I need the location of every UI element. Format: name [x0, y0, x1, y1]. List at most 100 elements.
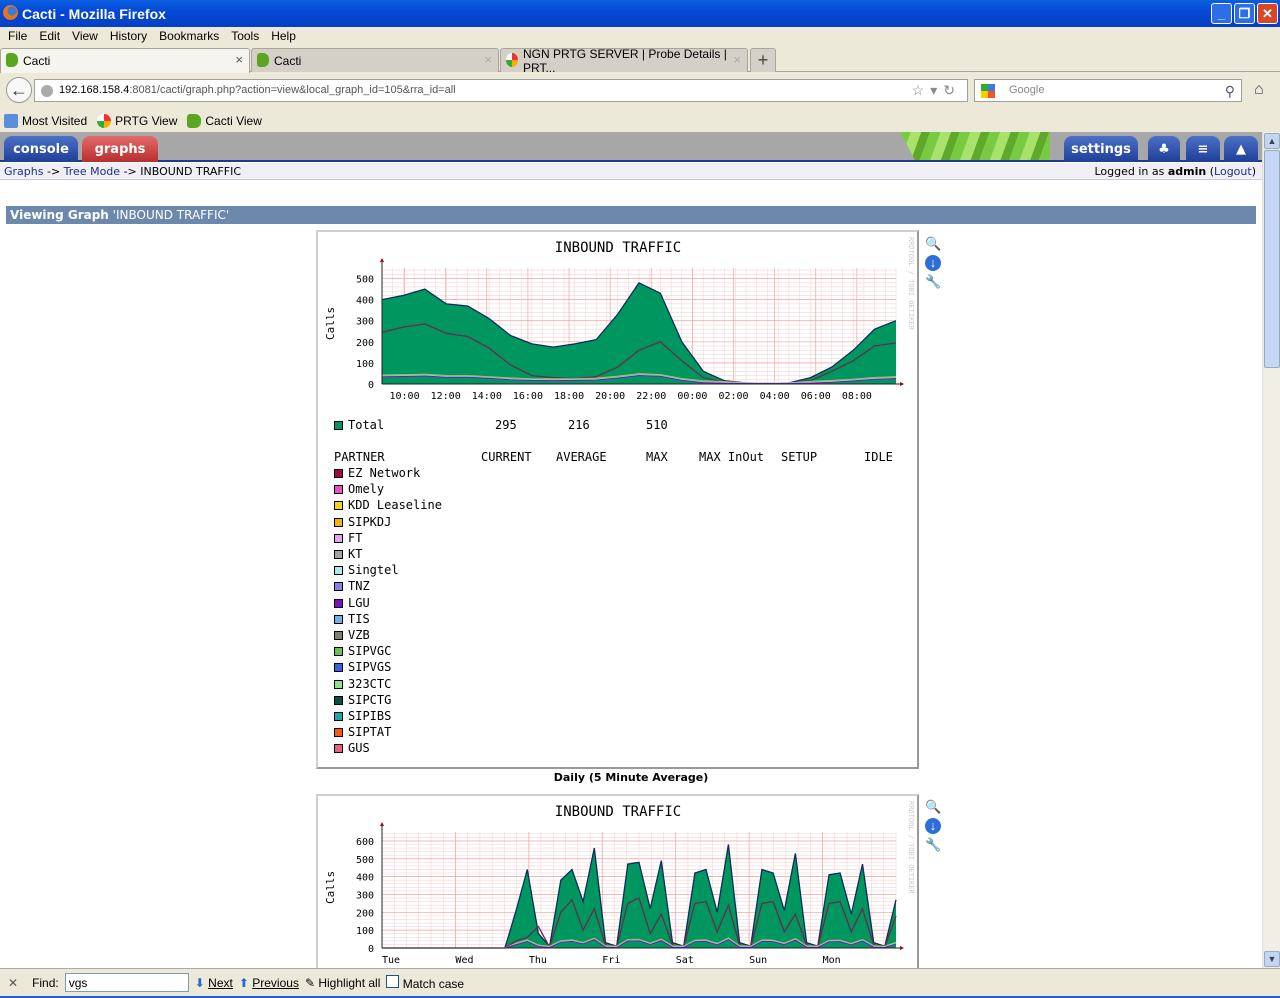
url-bar[interactable]: 192.168.158.4:8081/cacti/graph.php?actio…	[34, 79, 968, 102]
legend-swatch	[334, 679, 343, 689]
close-tab-icon[interactable]: ×	[235, 52, 243, 67]
breadcrumb-tree-mode[interactable]: Tree Mode	[64, 165, 120, 178]
legend-swatch	[334, 695, 343, 705]
tab-console[interactable]: console	[4, 136, 78, 162]
tree-view-icon[interactable]: ♣	[1148, 136, 1180, 162]
home-icon[interactable]: ⌂	[1254, 81, 1264, 99]
back-button[interactable]: ←	[6, 77, 32, 103]
breadcrumb: Graphs -> Tree Mode -> INBOUND TRAFFIC L…	[0, 163, 1262, 180]
minimize-button[interactable]: _	[1211, 3, 1232, 24]
menu-tools[interactable]: Tools	[227, 27, 267, 45]
search-bar[interactable]: Google ⚲	[974, 79, 1242, 102]
legend-swatch	[334, 712, 343, 721]
bookmark-cacti-view[interactable]: Cacti View	[187, 114, 262, 128]
menu-bookmarks[interactable]: Bookmarks	[155, 27, 227, 45]
legend-header-setup: SETUP	[781, 450, 818, 464]
legend-header-idle: IDLE	[864, 450, 893, 464]
list-view-icon[interactable]: ≡	[1186, 136, 1220, 162]
bookmark-label: PRTG View	[115, 114, 178, 128]
graph-properties-icon[interactable]: 🔧	[925, 837, 941, 853]
legend-swatch	[334, 582, 343, 592]
scroll-down-button[interactable]: ▼	[1264, 951, 1280, 967]
graph-daily[interactable]: INBOUND TRAFFIC Calls RRDTOOL / TOBI OET…	[316, 230, 919, 769]
menu-history[interactable]: History	[106, 27, 155, 45]
restore-button[interactable]: ❐	[1234, 3, 1255, 24]
bookmarks-toolbar: Most Visited PRTG View Cacti View	[0, 110, 1280, 132]
history-dropdown-icon[interactable]: ▾	[930, 82, 943, 98]
menu-view[interactable]: View	[68, 27, 106, 45]
window-titlebar: Cacti - Mozilla Firefox _ ❐ ✕	[0, 0, 1280, 27]
graph-caption-daily: Daily (5 Minute Average)	[553, 771, 709, 784]
legend-partner-name: SIPVGS	[348, 660, 392, 675]
legend-partner-item: SIPCTG	[334, 693, 391, 707]
google-engine-icon[interactable]	[981, 84, 995, 98]
y-tick-label: 200	[356, 908, 374, 919]
close-tab-icon[interactable]: ×	[733, 52, 741, 67]
x-tick-label: Sun	[749, 955, 767, 966]
tab-graphs[interactable]: graphs	[82, 136, 158, 162]
y-tick-label: 0	[368, 944, 374, 955]
scrollbar-thumb[interactable]	[1264, 150, 1280, 368]
y-tick-label: 200	[356, 338, 374, 349]
search-icon[interactable]: ⚲	[1225, 81, 1235, 102]
legend-total-average: 216	[568, 418, 590, 432]
prtg-icon	[97, 114, 112, 128]
reload-icon[interactable]: ↻	[943, 82, 961, 98]
highlight-all-button[interactable]: ✎ Highlight all	[305, 976, 380, 990]
find-previous-button[interactable]: ⬆ Previous	[239, 976, 299, 990]
vertical-scrollbar[interactable]: ▲ ▼	[1262, 132, 1280, 968]
graph-properties-icon[interactable]: 🔧	[925, 274, 941, 290]
most-visited-icon	[4, 114, 18, 128]
legend-partner-name: VZB	[348, 628, 370, 642]
legend-header-average: AVERAGE	[556, 450, 607, 464]
browser-tab-cacti-1[interactable]: Cacti ×	[0, 48, 250, 73]
scroll-up-button[interactable]: ▲	[1264, 133, 1280, 149]
cacti-icon	[187, 114, 202, 128]
legend-swatch	[334, 647, 343, 657]
legend-total: Total	[334, 418, 384, 432]
browser-tab-cacti-2[interactable]: Cacti ×	[251, 48, 499, 72]
menu-file[interactable]: File	[4, 27, 35, 45]
menu-help[interactable]: Help	[267, 27, 304, 45]
login-prefix: Logged in as	[1094, 165, 1168, 178]
zoom-graph-icon[interactable]: 🔍	[925, 236, 941, 252]
preview-view-icon[interactable]: ▲	[1224, 136, 1258, 162]
graph-weekly-actions: 🔍 ↓ 🔧	[925, 799, 941, 856]
tab-settings[interactable]: settings	[1064, 136, 1138, 162]
new-tab-button[interactable]: +	[750, 48, 776, 72]
match-case-checkbox[interactable]: Match case	[386, 974, 464, 991]
legend-swatch-total	[334, 421, 343, 430]
legend-partner-name: Omely	[348, 482, 385, 497]
bookmark-prtg-view[interactable]: PRTG View	[97, 114, 177, 128]
bookmark-most-visited[interactable]: Most Visited	[4, 114, 87, 128]
y-tick-label: 300	[356, 317, 374, 328]
menu-edit[interactable]: Edit	[35, 27, 68, 45]
y-axis-arrow	[380, 822, 384, 826]
legend-partner-item: SIPKDJ	[334, 515, 391, 529]
browser-tab-prtg[interactable]: NGN PRTG SERVER | Probe Details | PRT...…	[500, 47, 748, 75]
export-csv-icon[interactable]: ↓	[925, 255, 941, 271]
bookmark-star-icon[interactable]: ☆	[912, 82, 931, 98]
page-content: console graphs settings ♣ ≡ ▲ Graphs -> …	[0, 132, 1262, 968]
legend-swatch	[334, 744, 343, 754]
bookmark-label: Cacti View	[205, 114, 262, 128]
arrow-up-icon: ⬆	[238, 975, 249, 990]
close-window-button[interactable]: ✕	[1257, 3, 1278, 24]
tab-label: Cacti	[274, 53, 302, 68]
x-tick-label: 10:00	[390, 391, 420, 402]
breadcrumb-graphs[interactable]: Graphs	[4, 165, 43, 178]
graph-weekly[interactable]: INBOUND TRAFFIC Calls RRDTOOL / TOBI OET…	[316, 794, 919, 968]
legend-partner-item: SIPVGS	[334, 660, 391, 674]
legend-partner-item: Singtel	[334, 563, 399, 577]
close-find-bar-icon[interactable]: ✕	[8, 976, 18, 990]
find-next-button[interactable]: ⬇ Next	[195, 976, 233, 990]
header-label: Viewing Graph	[10, 208, 109, 222]
find-input[interactable]	[64, 973, 189, 992]
legend-swatch	[334, 566, 343, 576]
logout-link[interactable]: Logout	[1214, 165, 1252, 178]
export-csv-icon[interactable]: ↓	[925, 818, 941, 834]
legend-swatch	[334, 598, 343, 608]
zoom-graph-icon[interactable]: 🔍	[925, 799, 941, 815]
close-tab-icon[interactable]: ×	[484, 52, 492, 67]
find-next-label: Next	[208, 975, 233, 990]
